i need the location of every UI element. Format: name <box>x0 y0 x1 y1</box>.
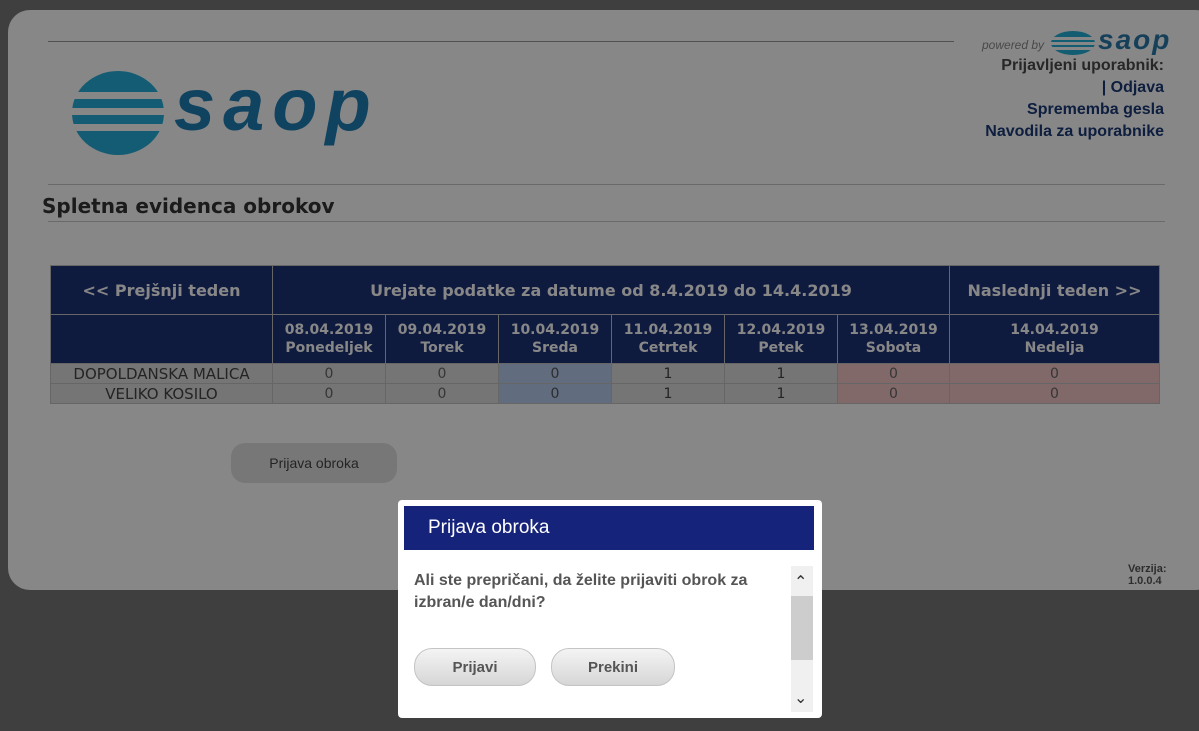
dialog-message: Ali ste prepričani, da želite prijaviti … <box>414 572 748 611</box>
confirm-dialog: Prijava obroka Ali ste prepričani, da že… <box>398 500 822 718</box>
dialog-title: Prijava obroka <box>404 506 814 550</box>
chevron-down-icon[interactable]: ⌄ <box>794 688 807 708</box>
scrollbar-thumb[interactable] <box>791 596 813 660</box>
cancel-button[interactable]: Prekini <box>551 648 675 686</box>
chevron-up-icon[interactable]: ⌃ <box>794 572 807 592</box>
confirm-button[interactable]: Prijavi <box>414 648 536 686</box>
dialog-scrollbar[interactable]: ⌃ ⌄ <box>791 566 813 712</box>
